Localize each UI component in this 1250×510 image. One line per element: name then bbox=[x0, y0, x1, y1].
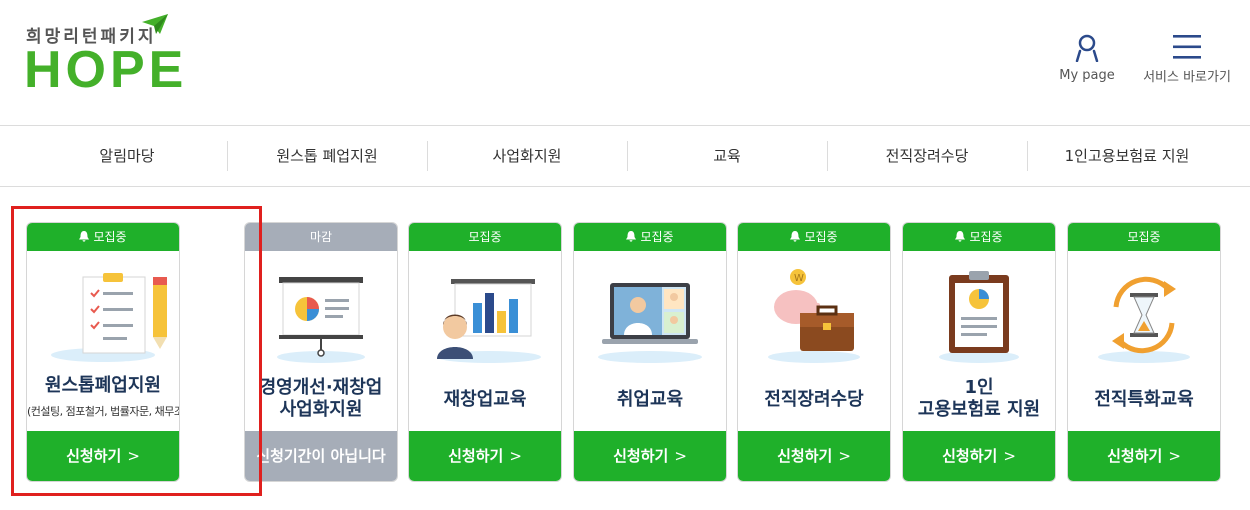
recruiting-badge: 모집중 bbox=[1068, 223, 1220, 251]
services-menu-button[interactable]: 서비스 바로가기 bbox=[1142, 34, 1232, 85]
closed-badge: 마감 bbox=[245, 223, 397, 251]
program-card-restart-education: 모집중 재창업교육 신청하기 > bbox=[408, 222, 562, 482]
program-card-employment-education: 모집중 취업교육 신청하기 > bbox=[573, 222, 727, 482]
highlight-box bbox=[11, 206, 262, 496]
program-card-business-improvement: 마감 경영개선·재창업 사업화지원 신청기간이 아닙니다 bbox=[244, 222, 398, 482]
recruiting-badge: 모집중 bbox=[738, 223, 890, 251]
main-nav: 알림마당 원스톱 폐업지원 사업화지원 교육 전직장려수당 1인고용보험료 지원 bbox=[0, 125, 1250, 187]
presentation-board-illustration bbox=[277, 277, 365, 363]
nav-item-business-support[interactable]: 사업화지원 bbox=[427, 126, 627, 186]
apply-button[interactable]: 신청하기 > bbox=[1068, 431, 1220, 481]
nav-item-insurance-support[interactable]: 1인고용보험료 지원 bbox=[1027, 126, 1227, 186]
hourglass-cycle-illustration bbox=[1098, 276, 1190, 363]
piggy-bank-briefcase-illustration: W bbox=[768, 269, 860, 363]
video-call-laptop-illustration bbox=[598, 283, 702, 363]
bar-chart-board-illustration bbox=[437, 279, 541, 363]
apply-button[interactable]: 신청하기 > bbox=[574, 431, 726, 481]
bell-icon bbox=[955, 231, 966, 242]
logo-wordmark: HOPE bbox=[24, 41, 188, 99]
paper-plane-icon bbox=[142, 14, 168, 34]
nav-item-notice[interactable]: 알림마당 bbox=[27, 126, 227, 186]
nav-item-education[interactable]: 교육 bbox=[627, 126, 827, 186]
mypage-label: My page bbox=[1059, 68, 1115, 83]
user-icon bbox=[1075, 34, 1099, 62]
svg-text:W: W bbox=[794, 273, 804, 284]
card-title: 전직장려수당 bbox=[764, 389, 864, 410]
nav-item-job-transition[interactable]: 전직장려수당 bbox=[827, 126, 1027, 186]
chevron-right-icon: > bbox=[838, 447, 851, 465]
bell-icon bbox=[790, 231, 801, 242]
mypage-button[interactable]: My page bbox=[1058, 34, 1116, 83]
apply-period-closed-button[interactable]: 신청기간이 아닙니다 bbox=[245, 431, 397, 481]
program-card-insurance-support: 모집중 1인 고용보험료 지원 신청하기 > bbox=[902, 222, 1056, 482]
chevron-right-icon: > bbox=[674, 447, 687, 465]
hope-logo[interactable]: 희망리턴패키지 HOPE bbox=[24, 14, 183, 96]
recruiting-badge: 모집중 bbox=[574, 223, 726, 251]
clipboard-chart-illustration bbox=[939, 271, 1019, 363]
recruiting-badge: 모집중 bbox=[409, 223, 561, 251]
nav-item-closure-support[interactable]: 원스톱 폐업지원 bbox=[227, 126, 427, 186]
site-header: 희망리턴패키지 HOPE My page 서비스 바로가기 bbox=[0, 0, 1250, 122]
apply-button[interactable]: 신청하기 > bbox=[903, 431, 1055, 481]
hamburger-menu-icon bbox=[1173, 35, 1201, 59]
card-title: 1인 고용보험료 지원 bbox=[917, 377, 1041, 420]
program-card-job-transition-allowance: 모집중 W 전직장려수당 신청하기 > bbox=[737, 222, 891, 482]
apply-button[interactable]: 신청하기 > bbox=[738, 431, 890, 481]
card-title: 재창업교육 bbox=[443, 389, 527, 410]
chevron-right-icon: > bbox=[1003, 447, 1016, 465]
bell-icon bbox=[626, 231, 637, 242]
chevron-right-icon: > bbox=[509, 447, 522, 465]
card-title: 취업교육 bbox=[616, 389, 684, 410]
apply-button[interactable]: 신청하기 > bbox=[409, 431, 561, 481]
chevron-right-icon: > bbox=[1168, 447, 1181, 465]
card-title: 경영개선·재창업 사업화지원 bbox=[259, 377, 383, 420]
services-label: 서비스 바로가기 bbox=[1143, 70, 1231, 85]
program-card-specialized-education: 모집중 전직특화교육 신청하기 > bbox=[1067, 222, 1221, 482]
card-title: 전직특화교육 bbox=[1094, 389, 1194, 410]
recruiting-badge: 모집중 bbox=[903, 223, 1055, 251]
